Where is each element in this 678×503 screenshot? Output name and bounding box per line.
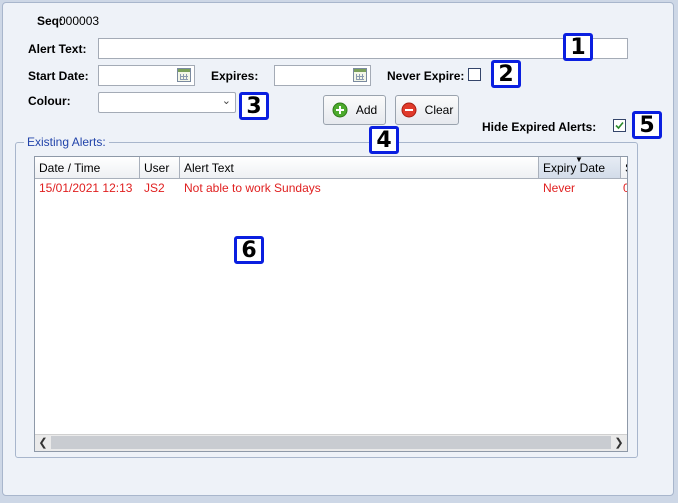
callout-badge-3: 3 bbox=[239, 92, 269, 120]
seq-value: 000003 bbox=[59, 14, 100, 28]
colour-label: Colour: bbox=[28, 94, 71, 108]
start-date-label: Start Date: bbox=[28, 69, 89, 83]
alert-text-label: Alert Text: bbox=[28, 42, 87, 56]
column-header-extra[interactable]: S bbox=[621, 157, 627, 179]
clear-button[interactable]: Clear bbox=[395, 95, 459, 125]
cell-alert-text: Not able to work Sundays bbox=[184, 181, 321, 195]
callout-badge-4: 4 bbox=[369, 126, 399, 154]
column-header-datetime[interactable]: Date / Time bbox=[35, 157, 140, 179]
never-expire-checkbox[interactable] bbox=[468, 68, 481, 81]
checkmark-icon bbox=[615, 121, 624, 130]
expires-input[interactable] bbox=[274, 65, 371, 86]
clear-button-label: Clear bbox=[424, 103, 454, 117]
add-button-label: Add bbox=[355, 103, 378, 117]
cell-extra: 0 bbox=[623, 180, 627, 196]
callout-badge-6: 6 bbox=[234, 236, 264, 264]
scrollbar-thumb[interactable] bbox=[51, 436, 611, 449]
alerts-table[interactable]: Date / Time User Alert Text Expiry Date … bbox=[34, 156, 628, 452]
column-header-user[interactable]: User bbox=[140, 157, 180, 179]
callout-badge-1: 1 bbox=[563, 33, 593, 61]
calendar-icon[interactable] bbox=[177, 68, 191, 82]
sort-desc-icon: ▼ bbox=[575, 156, 583, 164]
chevron-down-icon: ⌄ bbox=[221, 95, 231, 107]
callout-badge-2: 2 bbox=[491, 60, 521, 88]
hide-expired-label: Hide Expired Alerts: bbox=[482, 120, 597, 134]
column-header-expiry-date[interactable]: Expiry Date ▼ bbox=[539, 157, 621, 179]
add-button[interactable]: Add bbox=[323, 95, 386, 125]
minus-circle-icon bbox=[401, 102, 417, 118]
cell-datetime: 15/01/2021 12:13 bbox=[39, 181, 133, 195]
cell-user: JS2 bbox=[144, 181, 165, 195]
colour-select[interactable]: ⌄ bbox=[98, 92, 236, 113]
scroll-left-icon[interactable]: ❮ bbox=[36, 436, 50, 450]
expires-label: Expires: bbox=[211, 69, 259, 83]
plus-circle-icon bbox=[332, 102, 348, 118]
start-date-input[interactable] bbox=[98, 65, 195, 86]
alert-text-input[interactable] bbox=[98, 38, 628, 59]
hide-expired-checkbox[interactable] bbox=[613, 119, 626, 132]
horizontal-scrollbar[interactable]: ❮ ❯ bbox=[35, 434, 627, 451]
cell-expiry: Never bbox=[543, 181, 576, 195]
calendar-icon[interactable] bbox=[353, 68, 367, 82]
column-header-alert-text[interactable]: Alert Text bbox=[180, 157, 539, 179]
scroll-right-icon[interactable]: ❯ bbox=[612, 436, 626, 450]
callout-badge-5: 5 bbox=[632, 111, 662, 139]
existing-alerts-title: Existing Alerts: bbox=[24, 135, 109, 149]
never-expire-label: Never Expire: bbox=[387, 69, 465, 83]
